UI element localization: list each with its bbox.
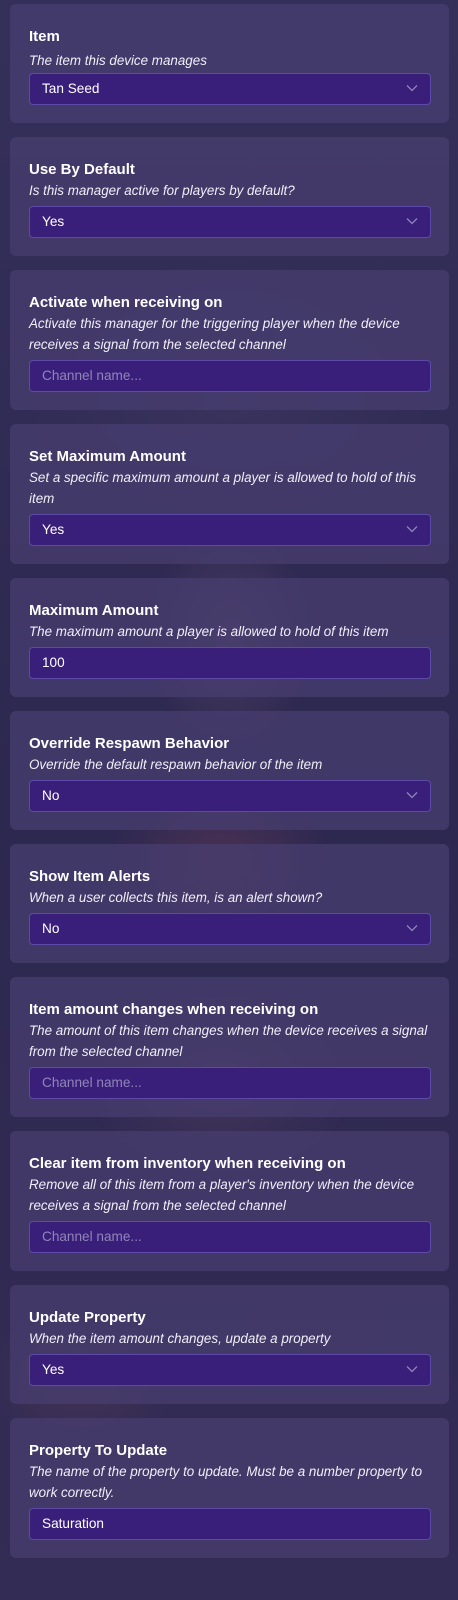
setting-label: Maximum Amount [29,602,159,619]
setting-label: Clear item from inventory when receiving… [29,1155,346,1172]
setting-description: Activate this manager for the triggering… [29,316,400,352]
select-value: Yes [42,1362,65,1377]
select-value: No [42,788,60,803]
override-respawn-select[interactable]: No [29,780,431,812]
chevron-down-icon [406,85,418,92]
setting-card-property-to-update: Property To Update The name of the prope… [10,1418,449,1558]
activate-channel-input[interactable]: Channel name... [29,360,431,392]
setting-card-use-by-default: Use By Default Is this manager active fo… [10,137,449,256]
select-value: Yes [42,522,65,537]
select-value: Tan Seed [42,81,100,96]
property-to-update-input[interactable]: Saturation [29,1508,431,1540]
chevron-down-icon [406,218,418,225]
setting-description: Override the default respawn behavior of… [29,757,323,772]
show-item-alerts-select[interactable]: No [29,913,431,945]
setting-description: Is this manager active for players by de… [29,183,295,198]
input-value: Saturation [42,1516,104,1531]
setting-description: Remove all of this item from a player's … [29,1177,415,1213]
chevron-down-icon [406,792,418,799]
setting-label: Property To Update [29,1442,168,1459]
setting-card-show-item-alerts: Show Item Alerts When a user collects th… [10,844,449,963]
input-placeholder: Channel name... [42,1229,142,1244]
setting-description: The maximum amount a player is allowed t… [29,624,389,639]
amount-change-channel-input[interactable]: Channel name... [29,1067,431,1099]
chevron-down-icon [406,1366,418,1373]
setting-label: Activate when receiving on [29,294,223,311]
item-select[interactable]: Tan Seed [29,73,431,105]
setting-card-maximum-amount: Maximum Amount The maximum amount a play… [10,578,449,697]
input-placeholder: Channel name... [42,368,142,383]
update-property-select[interactable]: Yes [29,1354,431,1386]
setting-label: Item amount changes when receiving on [29,1001,319,1018]
input-placeholder: Channel name... [42,1075,142,1090]
setting-card-set-maximum-amount: Set Maximum Amount Set a specific maximu… [10,424,449,564]
setting-card-item: Item The item this device manages Tan Se… [10,4,449,123]
maximum-amount-input[interactable]: 100 [29,647,431,679]
setting-label: Item [29,28,60,45]
use-by-default-select[interactable]: Yes [29,206,431,238]
chevron-down-icon [406,526,418,533]
select-value: No [42,921,60,936]
setting-card-amount-change-channel: Item amount changes when receiving on Th… [10,977,449,1117]
setting-card-override-respawn: Override Respawn Behavior Override the d… [10,711,449,830]
clear-item-channel-input[interactable]: Channel name... [29,1221,431,1253]
setting-card-update-property: Update Property When the item amount cha… [10,1285,449,1404]
setting-label: Set Maximum Amount [29,448,186,465]
setting-label: Show Item Alerts [29,868,151,885]
setting-card-clear-item-channel: Clear item from inventory when receiving… [10,1131,449,1271]
select-value: Yes [42,214,65,229]
setting-description: When a user collects this item, is an al… [29,890,323,905]
input-value: 100 [42,655,65,670]
chevron-down-icon [406,925,418,932]
set-maximum-amount-select[interactable]: Yes [29,514,431,546]
setting-label: Update Property [29,1309,146,1326]
setting-description: When the item amount changes, update a p… [29,1331,331,1346]
setting-label: Override Respawn Behavior [29,735,230,752]
setting-card-activate-channel: Activate when receiving on Activate this… [10,270,449,410]
setting-description: Set a specific maximum amount a player i… [29,470,417,506]
setting-description: The amount of this item changes when the… [29,1023,428,1059]
setting-description: The name of the property to update. Must… [29,1464,423,1500]
setting-description: The item this device manages [29,53,207,68]
setting-label: Use By Default [29,161,135,178]
